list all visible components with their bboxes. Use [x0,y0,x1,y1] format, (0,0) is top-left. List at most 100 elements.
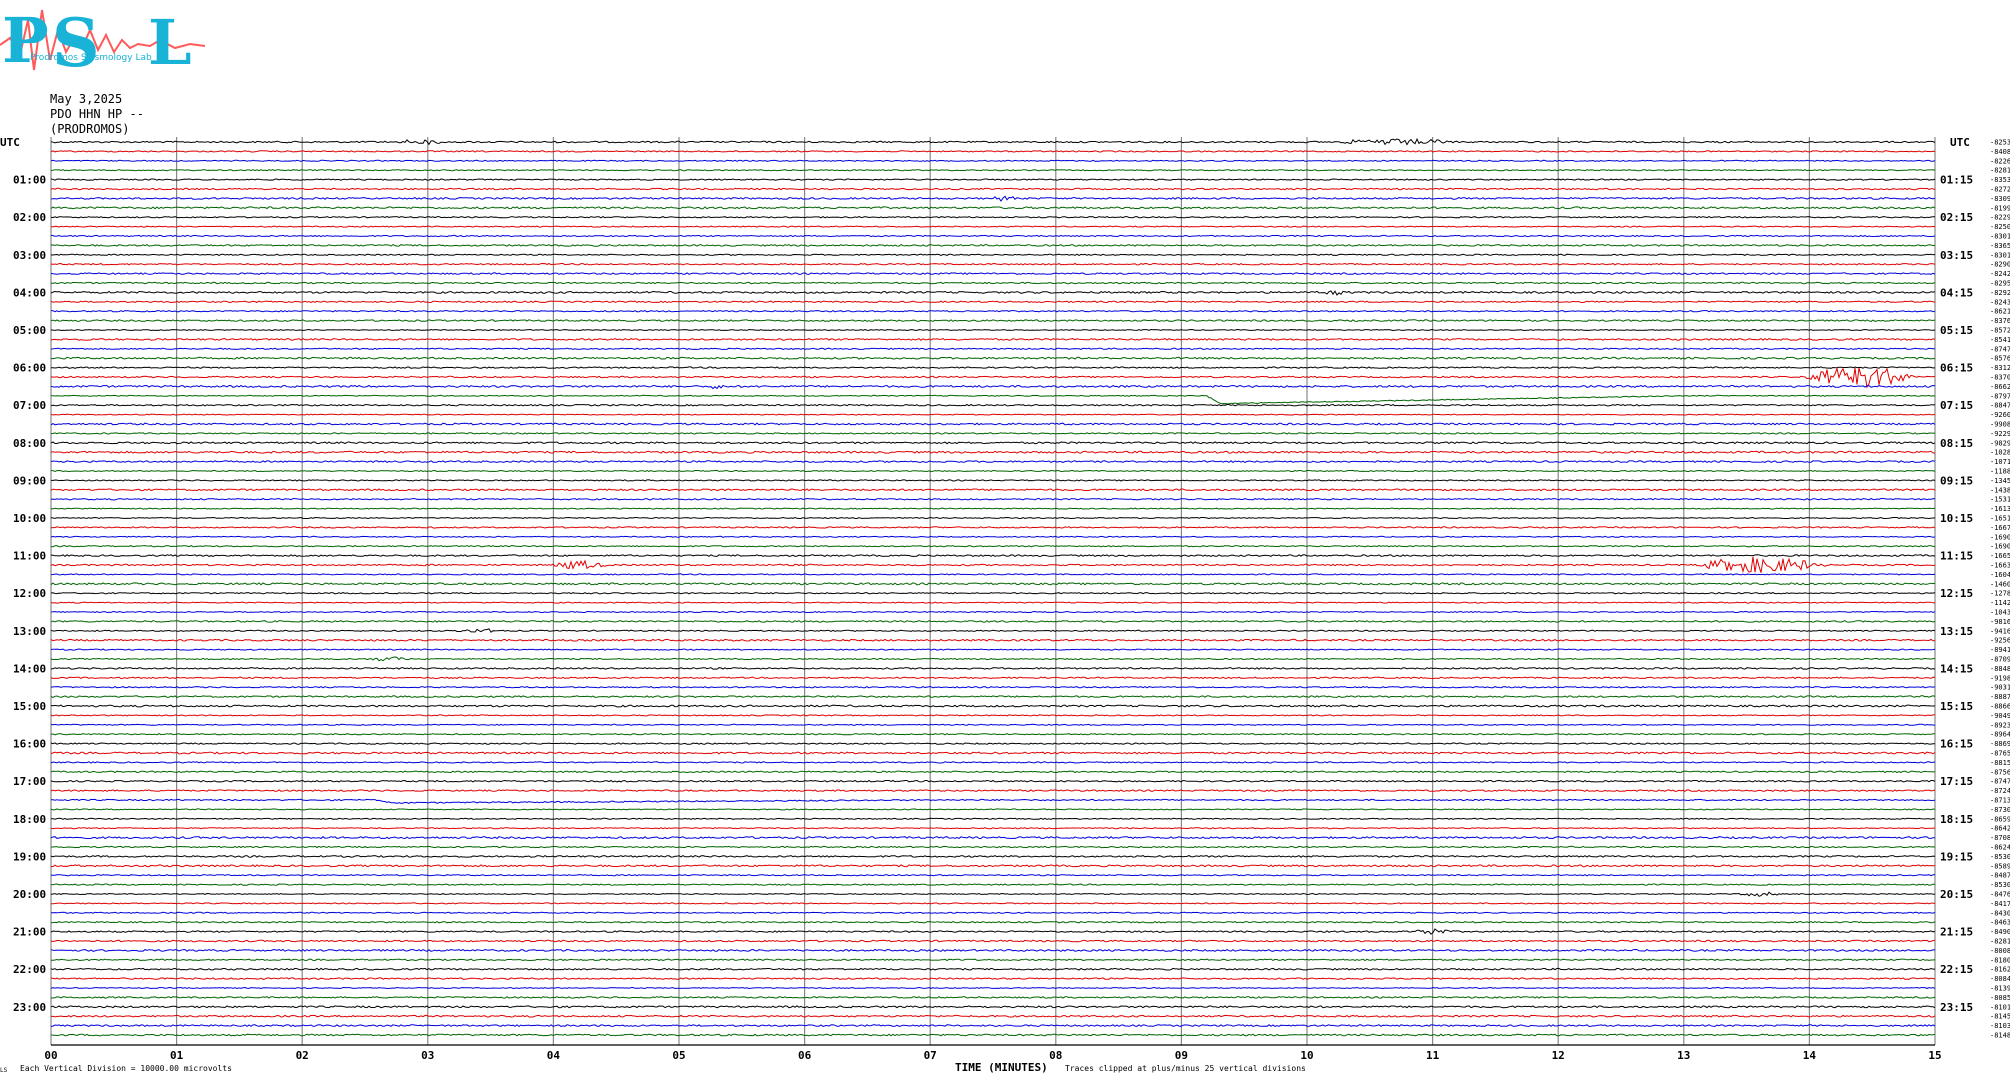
trace-offset-label: -8290 [1990,261,2010,269]
seismic-trace [50,733,1936,736]
trace-offset-label: -9031 [1990,684,2010,692]
left-hour-label: 19:00 [13,850,46,863]
trace-offset-label: -10718 [1990,458,2010,466]
left-hour-label: 16:00 [13,738,46,751]
trace-offset-label: -8964 [1990,731,2010,739]
left-hour-label: 05:00 [13,324,46,337]
left-hour-label: 17:00 [13,775,46,788]
trace-offset-label: -8708 [1990,834,2010,842]
x-tick-label: 10 [1300,1049,1313,1062]
right-hour-label: 09:15 [1940,474,1973,487]
trace-offset-label: -11425 [1990,599,2010,607]
trace-offset-label: -16677 [1990,524,2010,532]
seismic-trace [50,967,1935,971]
trace-offset-label: -8662 [1990,383,2010,391]
left-hour-label: 01:00 [13,174,46,187]
seismic-trace [50,817,1936,820]
trace-offset-label: -8085 [1990,994,2010,1002]
right-hour-label: 05:15 [1940,324,1973,337]
seismic-trace [51,798,1936,804]
seismic-trace [50,300,1936,304]
trace-offset-label: -8866 [1990,703,2010,711]
helicorder-plot: UTC UTC 01:00 02:00 03:00 04:00 05:00 06:00 07:0… [0,136,2010,1074]
trace-offset-label: -8226 [1990,157,2010,165]
seismic-trace [51,469,1936,473]
left-hour-label: 23:00 [13,1001,46,1014]
seismic-trace [50,573,1936,576]
trace-offset-label: -8941 [1990,646,2010,654]
seismic-trace [50,620,1936,623]
seismic-trace [50,601,1936,604]
trace-offset-label: -10431 [1990,609,2010,617]
seismic-trace [50,253,1936,256]
right-hour-label: 10:15 [1940,512,1973,525]
trace-offset-label: -8847 [1990,402,2010,410]
trace-offset-label: -8713 [1990,797,2010,805]
trace-offset-label: -8103 [1990,1022,2010,1030]
trace-offset-label: -8295 [1990,280,2010,288]
seismic-trace [50,779,1936,783]
seismic-trace [50,883,1936,886]
right-hour-label: 20:15 [1940,888,1973,901]
x-tick-label: 00 [44,1049,57,1062]
trace-offset-label: -8281 [1990,167,2010,175]
trace-offset-label: -16137 [1990,505,2010,513]
left-hour-label: 13:00 [13,625,46,638]
seismic-trace [50,921,1936,924]
seismic-trace [50,290,1936,296]
right-hour-label: 13:15 [1940,625,1973,638]
trace-offset-label: -8365 [1990,242,2010,250]
seismic-trace [50,808,1936,811]
seismic-trace [50,272,1936,276]
right-hour-label: 02:15 [1940,211,1973,224]
seismic-trace [50,628,1936,633]
right-hour-label: 06:15 [1940,362,1973,375]
seismic-trace [50,403,1936,407]
left-hour-label: 11:00 [13,550,46,563]
left-hour-label: 18:00 [13,813,46,826]
trace-offset-label: -8353 [1990,176,2010,184]
seismic-trace [50,159,1936,162]
left-hour-label: 09:00 [13,474,46,487]
trace-offset-label: -9908 [1990,421,2010,429]
left-hour-label: 02:00 [13,211,46,224]
seismic-trace [50,206,1936,210]
trace-offset-label: -8312 [1990,364,2010,372]
seismic-trace [50,187,1936,191]
right-hour-label: 11:15 [1940,550,1973,563]
trace-offset-label: -8530 [1990,881,2010,889]
seismic-trace [50,337,1936,341]
trace-offset-label: -8309 [1990,195,2010,203]
trace-offset-label: -8887 [1990,693,2010,701]
trace-offset-label: -8848 [1990,665,2010,673]
trace-offset-label: -11881 [1990,468,2010,476]
trace-offset-label: -8281 [1990,938,2010,946]
trace-offset-label: -8642 [1990,825,2010,833]
trace-offset-label: -8541 [1990,336,2010,344]
seismic-trace [50,150,1936,153]
x-tick-label: 04 [547,1049,561,1062]
seismic-trace [50,535,1936,538]
trace-offset-label: -8730 [1990,806,2010,814]
seismic-trace [50,195,1936,202]
seismic-trace [50,262,1936,266]
seismic-trace [50,479,1936,482]
seismic-trace [50,610,1936,614]
seismic-trace [51,394,1936,405]
seismic-trace [50,556,1936,574]
seismic-trace [50,592,1936,595]
trace-offset-label: -8530 [1990,853,2010,861]
trace-offset-label: -14600 [1990,580,2010,588]
left-hour-label: 06:00 [13,362,46,375]
seismic-trace [50,1033,1936,1037]
seismic-trace [50,1005,1936,1009]
trace-offset-label: -16634 [1990,562,2010,570]
right-axis-title: UTC [1950,136,1970,149]
trace-offset-label: -9416 [1990,627,2010,635]
trace-offset-label: -8139 [1990,985,2010,993]
right-hour-label: 17:15 [1940,775,1973,788]
trace-offset-label: -8292 [1990,289,2010,297]
seismic-trace [50,836,1936,840]
x-tick-label: 12 [1552,1049,1565,1062]
seismic-trace [50,384,1936,390]
